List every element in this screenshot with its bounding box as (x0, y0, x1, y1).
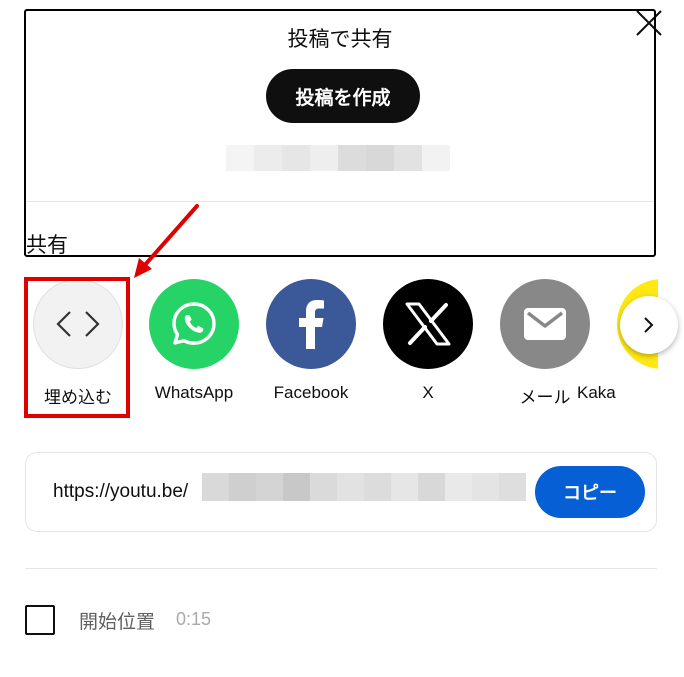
share-kakaotalk-label: Kaka (577, 383, 616, 402)
redacted-video-id (202, 473, 526, 501)
create-post-button[interactable]: 投稿を作成 (266, 69, 420, 123)
share-carousel-next-button[interactable] (620, 296, 678, 354)
chevron-right-icon (644, 317, 654, 333)
share-url-text[interactable]: https://youtu.be/ (53, 481, 188, 503)
divider (25, 568, 657, 569)
facebook-icon (266, 279, 356, 369)
share-heading: 共有 (26, 233, 68, 257)
whatsapp-icon (149, 279, 239, 369)
start-at-label: 開始位置 (79, 611, 156, 633)
start-at-time[interactable]: 0:15 (176, 609, 211, 630)
share-embed-button[interactable]: 埋め込む (22, 279, 134, 409)
embed-code-icon (33, 279, 123, 369)
share-facebook-label: Facebook (273, 383, 349, 402)
mail-icon (500, 279, 590, 369)
share-embed-label: 埋め込む (44, 388, 112, 407)
divider (26, 201, 654, 202)
x-logo-icon (383, 279, 473, 369)
post-share-panel: 投稿で共有 投稿を作成 共有 (24, 9, 656, 257)
share-x-button[interactable]: X (372, 279, 484, 409)
share-whatsapp-label: WhatsApp (154, 383, 234, 402)
redacted-channel-info (226, 145, 450, 171)
share-facebook-button[interactable]: Facebook (255, 279, 367, 409)
share-x-label: X (422, 383, 434, 402)
copy-button[interactable]: コピー (535, 466, 645, 518)
share-whatsapp-button[interactable]: WhatsApp (138, 279, 250, 409)
post-share-title: 投稿で共有 (287, 27, 393, 51)
share-url-box[interactable]: https://youtu.be/ コピー (25, 452, 657, 532)
start-at-checkbox[interactable] (25, 605, 55, 635)
